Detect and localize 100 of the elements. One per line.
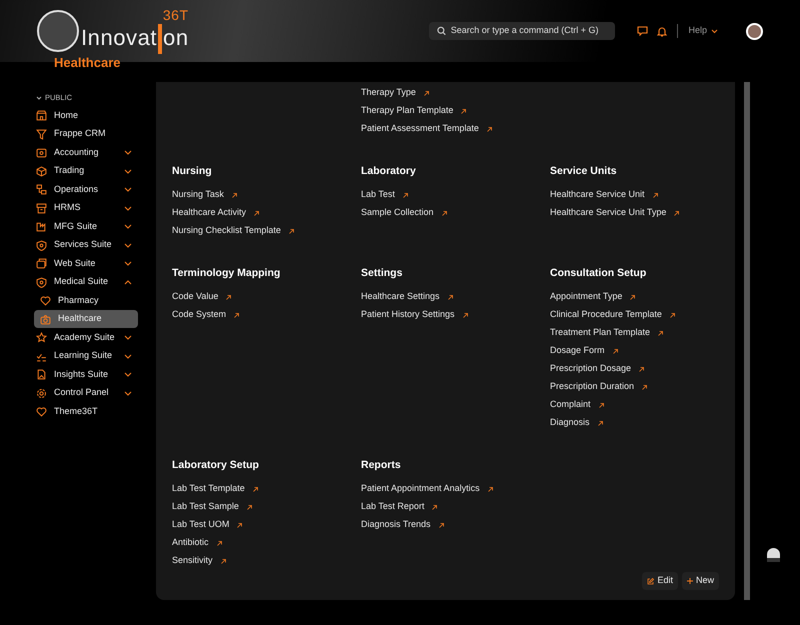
section-heading: Service Units (550, 164, 618, 178)
arrow-icon (432, 504, 438, 510)
store-icon (36, 110, 47, 121)
chevron-icon (124, 224, 132, 229)
workspace-link[interactable]: Treatment Plan Template (550, 326, 650, 340)
gear-icon (36, 388, 47, 398)
workspace-link[interactable]: Lab Test Template (172, 482, 245, 496)
chevron-icon (124, 390, 132, 396)
workspace-link[interactable]: Nursing Checklist Template (172, 224, 281, 238)
workspace-link[interactable]: Diagnosis (550, 416, 590, 430)
workspace-link[interactable]: Healthcare Service Unit (550, 188, 645, 202)
workspace-link[interactable]: Healthcare Activity (172, 206, 246, 220)
workspace-link[interactable]: Sample Collection (361, 206, 434, 220)
chevron-icon (124, 187, 132, 192)
workspace-link[interactable]: Code Value (172, 290, 218, 304)
star-icon (36, 332, 47, 343)
workspace-link[interactable]: Clinical Procedure Template (550, 308, 662, 322)
workspace-link[interactable]: Complaint (550, 398, 591, 412)
workspace-link[interactable]: Healthcare Settings (361, 290, 440, 304)
sidebar-item[interactable]: Home (34, 106, 138, 125)
workspace-link[interactable]: Appointment Type (550, 290, 622, 304)
workspace-link[interactable]: Therapy Plan Template (361, 104, 454, 118)
arrow-icon (216, 540, 222, 546)
heart-icon (40, 295, 51, 306)
chevron-icon (124, 280, 132, 284)
chevron-icon (124, 335, 132, 340)
avatar[interactable] (746, 22, 763, 40)
arrow-icon (424, 90, 429, 96)
workspace-link[interactable]: Diagnosis Trends (361, 518, 431, 532)
sidebar-item[interactable]: Pharmacy (34, 291, 138, 310)
workspace-link[interactable]: Patient History Settings (361, 308, 455, 322)
workspace-link[interactable]: Antibiotic (172, 536, 209, 550)
shield-icon (36, 276, 47, 288)
document-icon (36, 369, 47, 380)
caret-icon (711, 28, 718, 34)
workspace-link[interactable]: Dosage Form (550, 344, 605, 358)
page-title: Healthcare (54, 56, 120, 69)
sidebar-item[interactable]: Control Panel (34, 384, 138, 402)
search-field[interactable]: Search or type a command (Ctrl + G) (429, 22, 616, 40)
arrow-icon (488, 486, 493, 492)
workspace-link[interactable]: Lab Test Sample (172, 500, 239, 514)
arrow-icon (598, 420, 603, 426)
sidebar-item[interactable]: Frappe CRM (34, 124, 138, 144)
search-icon (437, 26, 447, 36)
section-heading: Terminology Mapping (172, 266, 282, 280)
sidebar-item[interactable]: Theme36T (34, 402, 138, 421)
bell-icon[interactable] (657, 26, 668, 36)
sidebar-item[interactable]: HRMS (34, 198, 138, 218)
arrow-icon (486, 126, 492, 132)
workspace-link[interactable]: Healthcare Service Unit Type (550, 206, 666, 220)
help-menu[interactable]: Help (688, 24, 718, 38)
arrow-icon (652, 192, 658, 198)
sidebar-item[interactable]: Services Suite (34, 236, 138, 254)
sidebar-item[interactable]: Trading (34, 162, 138, 180)
workspace-link[interactable]: Prescription Duration (550, 380, 634, 394)
arrow-icon (658, 330, 664, 336)
new-button[interactable]: New (682, 572, 719, 590)
edit-button[interactable]: Edit (642, 572, 678, 590)
workspace-link[interactable]: Patient Assessment Template (361, 122, 479, 136)
arrow-icon (232, 192, 237, 198)
workspace-link[interactable]: Nursing Task (172, 188, 224, 202)
chevron-icon (124, 242, 132, 248)
arrow-icon (448, 294, 453, 300)
arrow-icon (630, 294, 636, 300)
chevron-icon (124, 168, 132, 174)
workspace-link[interactable]: Sensitivity (172, 554, 213, 568)
workspace-link[interactable]: Lab Test UOM (172, 518, 230, 532)
arrow-icon (226, 294, 232, 300)
sidebar-item[interactable]: Insights Suite (34, 365, 138, 384)
workspace-link[interactable]: Lab Test (361, 188, 395, 202)
chevron-icon (124, 150, 132, 155)
arrow-icon (462, 312, 468, 318)
workspace-link[interactable]: Patient Appointment Analytics (361, 482, 480, 496)
workspace-link[interactable]: Lab Test Report (361, 500, 424, 514)
edit-icon (647, 578, 654, 584)
arrow-icon (254, 210, 260, 216)
arrow-icon (438, 522, 444, 528)
workspace-link[interactable]: Prescription Dosage (550, 362, 632, 376)
sidebar-item[interactable]: Operations (34, 180, 138, 199)
workspace-link[interactable]: Code System (172, 308, 226, 322)
sidebar-item[interactable]: Web Suite (34, 254, 138, 273)
section-heading: Reports (361, 458, 402, 472)
factory-icon (36, 221, 47, 232)
scrollbar[interactable] (744, 82, 750, 600)
sidebar-item[interactable]: Medical Suite (34, 272, 138, 292)
arrow-icon (237, 522, 242, 528)
arrow-icon (639, 366, 644, 372)
arrow-icon (442, 210, 447, 216)
sidebar-item[interactable]: Academy Suite (34, 328, 138, 347)
sidebar-item[interactable]: Learning Suite (34, 346, 138, 366)
logo-seal-icon (37, 10, 79, 52)
sidebar-item[interactable]: Accounting (34, 143, 138, 162)
shield-icon (36, 240, 47, 250)
caret-icon (36, 96, 42, 100)
arrow-icon (670, 312, 675, 318)
sidebar-item[interactable]: Healthcare (34, 310, 138, 328)
sidebar-item[interactable]: MFG Suite (34, 217, 138, 236)
chat-icon[interactable] (637, 26, 648, 36)
workspace-link[interactable]: Therapy Type (361, 86, 416, 100)
section-heading: Settings (361, 266, 404, 280)
